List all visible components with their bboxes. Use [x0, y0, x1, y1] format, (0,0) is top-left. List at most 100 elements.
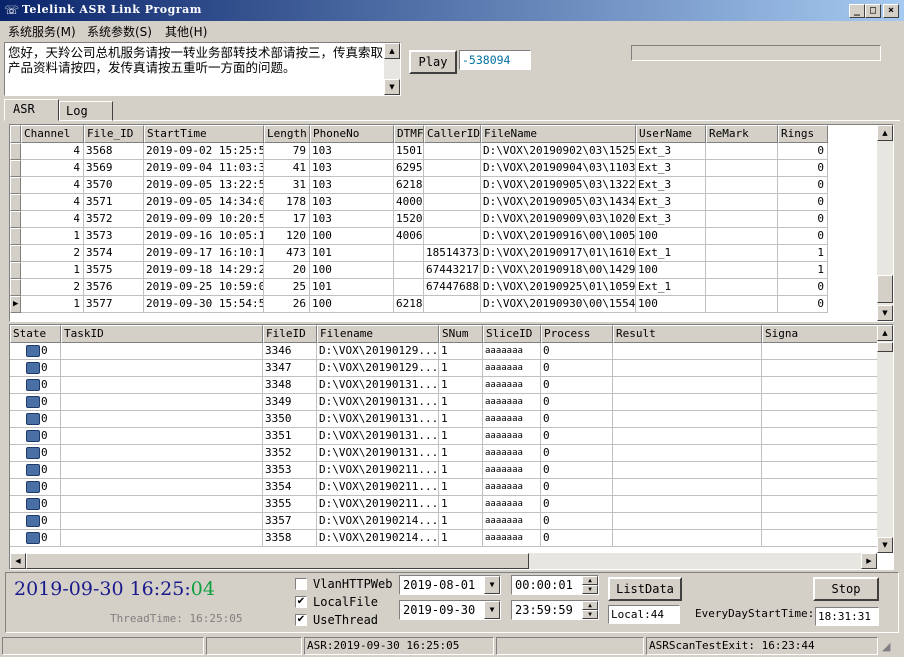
cell-signa[interactable] — [762, 394, 878, 411]
cell-starttime[interactable]: 2019-09-18 14:29:27 — [144, 262, 264, 279]
cell-signa[interactable] — [762, 530, 878, 547]
cell-signa[interactable] — [762, 496, 878, 513]
cell-channel[interactable]: 4 — [21, 194, 84, 211]
cell-result[interactable] — [613, 343, 762, 360]
cell-process[interactable]: 0 — [541, 343, 613, 360]
cell-remark[interactable] — [706, 160, 778, 177]
cell-result[interactable] — [613, 530, 762, 547]
spin-down-icon[interactable]: ▼ — [582, 585, 598, 594]
start-date-picker[interactable]: 2019-08-01 ▼ — [399, 575, 501, 595]
cell-filename[interactable]: D:\VOX\20190917\01\1610100 — [481, 245, 636, 262]
column-header-filename[interactable]: FileName — [481, 125, 636, 143]
cell-fileid[interactable]: 3347 — [263, 360, 317, 377]
cell-snum[interactable]: 1 — [439, 360, 483, 377]
cell-file-id[interactable]: 3577 — [84, 296, 144, 313]
cell-channel[interactable]: 2 — [21, 279, 84, 296]
task-table-vscrollbar[interactable]: ▲ ▼ — [877, 325, 893, 553]
play-button[interactable]: Play — [409, 50, 457, 74]
call-table-scrollbar[interactable]: ▲ ▼ — [877, 125, 893, 321]
column-header-fileid[interactable]: FileID — [263, 325, 317, 343]
cell-fileid[interactable]: 3355 — [263, 496, 317, 513]
cell-process[interactable]: 0 — [541, 530, 613, 547]
cell-state[interactable]: 0 — [10, 343, 61, 360]
cell-sliceid[interactable]: aaaaaaa — [483, 377, 541, 394]
end-date-picker[interactable]: 2019-09-30 ▼ — [399, 600, 501, 620]
cell-fileid[interactable]: 3348 — [263, 377, 317, 394]
cell-result[interactable] — [613, 411, 762, 428]
cell-process[interactable]: 0 — [541, 496, 613, 513]
end-time-spinner[interactable]: 23:59:59 ▲ ▼ — [511, 600, 599, 620]
cell-starttime[interactable]: 2019-09-25 10:59:04 — [144, 279, 264, 296]
cell-state[interactable]: 0 — [10, 411, 61, 428]
cell-dtmf[interactable]: 40001 — [394, 194, 424, 211]
memo-scrollbar[interactable]: ▲ ▼ — [384, 43, 400, 95]
row-indicator[interactable] — [10, 245, 21, 262]
cell-file-id[interactable]: 3573 — [84, 228, 144, 245]
column-header-callerid[interactable]: CallerID — [424, 125, 481, 143]
cell-signa[interactable] — [762, 343, 878, 360]
cell-sliceid[interactable]: aaaaaaa — [483, 394, 541, 411]
cell-length[interactable]: 41 — [264, 160, 310, 177]
cell-state[interactable]: 0 — [10, 462, 61, 479]
cell-callerid[interactable] — [424, 143, 481, 160]
cell-fileid[interactable]: 3358 — [263, 530, 317, 547]
spin-up-icon[interactable]: ▲ — [582, 576, 598, 585]
checkbox-localfile[interactable]: ✔ — [295, 596, 307, 608]
cell-file-id[interactable]: 3570 — [84, 177, 144, 194]
column-header-sliceid[interactable]: SliceID — [483, 325, 541, 343]
cell-phoneno[interactable]: 103 — [310, 194, 394, 211]
cell-callerid[interactable] — [424, 211, 481, 228]
cell-username[interactable]: Ext_1 — [636, 279, 706, 296]
row-indicator[interactable] — [10, 228, 21, 245]
cell-channel[interactable]: 4 — [21, 160, 84, 177]
cell-dtmf[interactable] — [394, 262, 424, 279]
cell-callerid[interactable] — [424, 194, 481, 211]
cell-fileid[interactable]: 3350 — [263, 411, 317, 428]
cell-channel[interactable]: 1 — [21, 228, 84, 245]
list-data-button[interactable]: ListData — [608, 577, 682, 601]
cell-state[interactable]: 0 — [10, 530, 61, 547]
scroll-down-icon[interactable]: ▼ — [877, 305, 893, 321]
call-records-table[interactable]: Channel File_ID StartTime Length PhoneNo DTMF… — [9, 124, 894, 322]
spin-down-icon[interactable]: ▼ — [582, 610, 598, 619]
cell-filename[interactable]: D:\VOX\20190916\00\1005150 — [481, 228, 636, 245]
cell-rings[interactable]: 0 — [778, 143, 828, 160]
cell-result[interactable] — [613, 462, 762, 479]
tab-log[interactable]: Log — [59, 101, 113, 121]
cell-taskid[interactable] — [61, 462, 263, 479]
cell-phoneno[interactable]: 101 — [310, 245, 394, 262]
cell-sliceid[interactable]: aaaaaaa — [483, 496, 541, 513]
checkbox-vlanhttpweb[interactable] — [295, 578, 307, 590]
cell-filename[interactable]: D:\VOX\20190925\01\1059040 — [481, 279, 636, 296]
column-header-snum[interactable]: SNum — [439, 325, 483, 343]
cell-filename[interactable]: D:\VOX\20190905\03\1322560 — [481, 177, 636, 194]
cell-sliceid[interactable]: aaaaaaa — [483, 479, 541, 496]
cell-filename[interactable]: D:\VOX\20190918\00\1429270 — [481, 262, 636, 279]
cell-snum[interactable]: 1 — [439, 411, 483, 428]
cell-starttime[interactable]: 2019-09-09 10:20:51 — [144, 211, 264, 228]
cell-dtmf[interactable]: 62186 — [394, 296, 424, 313]
cell-starttime[interactable]: 2019-09-16 10:05:15 — [144, 228, 264, 245]
cell-state[interactable]: 0 — [10, 394, 61, 411]
cell-username[interactable]: Ext_3 — [636, 194, 706, 211]
cell-length[interactable]: 20 — [264, 262, 310, 279]
column-header-rings[interactable]: Rings — [778, 125, 828, 143]
row-indicator[interactable] — [10, 194, 21, 211]
phone-input[interactable]: -538094 — [459, 50, 531, 70]
column-header-state[interactable]: State — [10, 325, 61, 343]
cell-file-id[interactable]: 3576 — [84, 279, 144, 296]
cell-filename[interactable]: D:\VOX\20190930\00\1554590 — [481, 296, 636, 313]
cell-process[interactable]: 0 — [541, 479, 613, 496]
cell-file-id[interactable]: 3569 — [84, 160, 144, 177]
cell-channel[interactable]: 4 — [21, 211, 84, 228]
cell-starttime[interactable]: 2019-09-04 11:03:34 — [144, 160, 264, 177]
cell-signa[interactable] — [762, 377, 878, 394]
spin-up-icon[interactable]: ▲ — [582, 601, 598, 610]
cell-snum[interactable]: 1 — [439, 530, 483, 547]
cell-result[interactable] — [613, 496, 762, 513]
cell-process[interactable]: 0 — [541, 513, 613, 530]
cell-rings[interactable]: 0 — [778, 177, 828, 194]
cell-snum[interactable]: 1 — [439, 445, 483, 462]
cell-fileid[interactable]: 3353 — [263, 462, 317, 479]
cell-remark[interactable] — [706, 143, 778, 160]
